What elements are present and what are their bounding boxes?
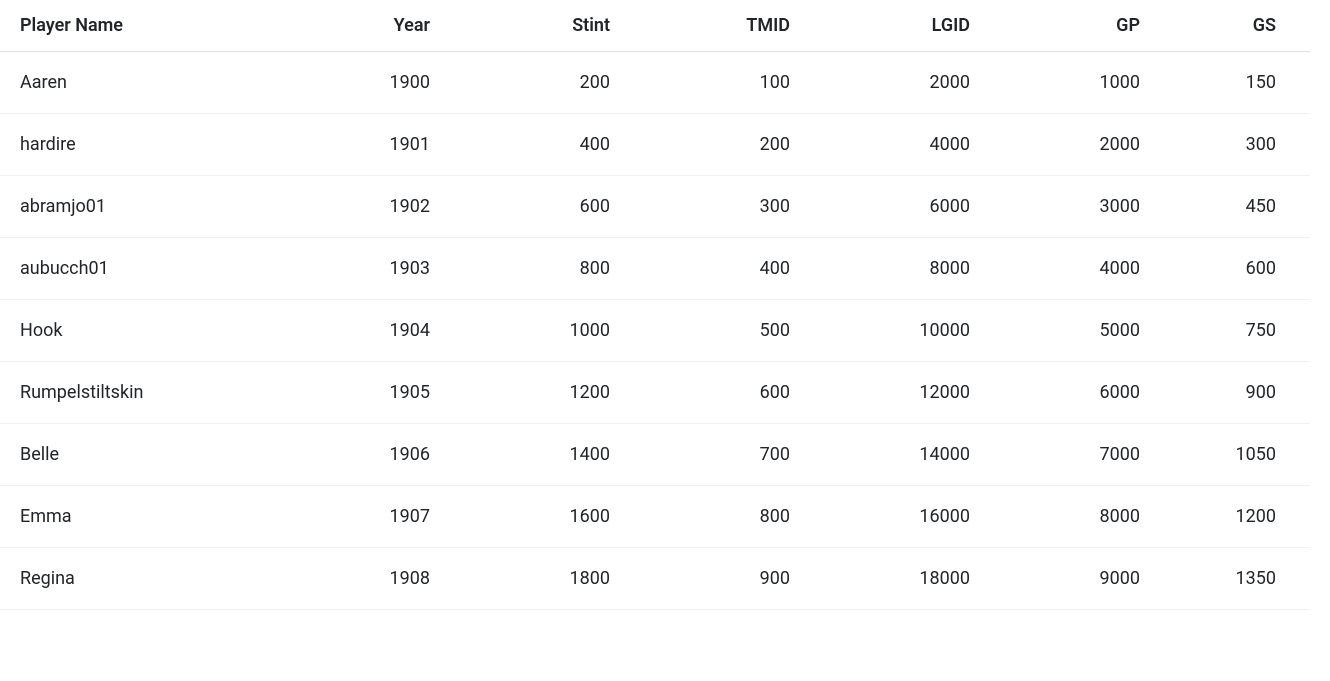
cell-gs: 1200	[1160, 488, 1296, 545]
cell-gs: 1350	[1160, 550, 1296, 607]
cell-gs: 750	[1160, 302, 1296, 359]
cell-gp: 8000	[990, 488, 1160, 545]
cell-stint: 1400	[450, 426, 630, 483]
cell-gs: 300	[1160, 116, 1296, 173]
column-header-stint[interactable]: Stint	[450, 1, 630, 50]
table-row[interactable]: Emma190716008001600080001200	[0, 486, 1310, 548]
table-row[interactable]: Regina190818009001800090001350	[0, 548, 1310, 610]
cell-stint: 1000	[450, 302, 630, 359]
table-row[interactable]: Hook19041000500100005000750	[0, 300, 1310, 362]
cell-player: abramjo01	[0, 178, 280, 235]
table-row[interactable]: hardire190140020040002000300	[0, 114, 1310, 176]
cell-gp: 4000	[990, 240, 1160, 297]
cell-year: 1901	[280, 116, 450, 173]
column-header-lgid[interactable]: LGID	[810, 1, 990, 50]
cell-tmid: 500	[630, 302, 810, 359]
cell-gp: 7000	[990, 426, 1160, 483]
cell-gs: 150	[1160, 54, 1296, 111]
cell-player: Emma	[0, 488, 280, 545]
cell-tmid: 700	[630, 426, 810, 483]
cell-gp: 9000	[990, 550, 1160, 607]
column-header-gp[interactable]: GP	[990, 1, 1160, 50]
table-row[interactable]: aubucch01190380040080004000600	[0, 238, 1310, 300]
column-header-player-name[interactable]: Player Name	[0, 1, 280, 50]
cell-player: hardire	[0, 116, 280, 173]
cell-gs: 900	[1160, 364, 1296, 421]
table-row[interactable]: abramjo01190260030060003000450	[0, 176, 1310, 238]
grid-header-row: Player Name Year Stint TMID LGID GP GS	[0, 0, 1310, 52]
grid-body[interactable]: Aaren190020010020001000150hardire1901400…	[0, 52, 1310, 679]
cell-stint: 1600	[450, 488, 630, 545]
cell-tmid: 100	[630, 54, 810, 111]
cell-player: Belle	[0, 426, 280, 483]
column-header-year[interactable]: Year	[280, 1, 450, 50]
cell-player: aubucch01	[0, 240, 280, 297]
cell-year: 1907	[280, 488, 450, 545]
cell-year: 1906	[280, 426, 450, 483]
cell-tmid: 600	[630, 364, 810, 421]
cell-lgid: 18000	[810, 550, 990, 607]
cell-lgid: 16000	[810, 488, 990, 545]
cell-player: Aaren	[0, 54, 280, 111]
cell-gs: 600	[1160, 240, 1296, 297]
cell-gp: 5000	[990, 302, 1160, 359]
column-header-tmid[interactable]: TMID	[630, 1, 810, 50]
cell-tmid: 200	[630, 116, 810, 173]
cell-year: 1905	[280, 364, 450, 421]
cell-tmid: 800	[630, 488, 810, 545]
cell-tmid: 400	[630, 240, 810, 297]
cell-lgid: 14000	[810, 426, 990, 483]
cell-stint: 400	[450, 116, 630, 173]
cell-gp: 6000	[990, 364, 1160, 421]
cell-gp: 3000	[990, 178, 1160, 235]
cell-player: Hook	[0, 302, 280, 359]
data-grid: Player Name Year Stint TMID LGID GP GS A…	[0, 0, 1310, 681]
scroll-filler	[0, 610, 1310, 679]
cell-gp: 2000	[990, 116, 1160, 173]
table-row[interactable]: Aaren190020010020001000150	[0, 52, 1310, 114]
cell-lgid: 2000	[810, 54, 990, 111]
cell-stint: 1800	[450, 550, 630, 607]
cell-lgid: 4000	[810, 116, 990, 173]
table-row[interactable]: Rumpelstiltskin19051200600120006000900	[0, 362, 1310, 424]
cell-gs: 1050	[1160, 426, 1296, 483]
column-header-gs[interactable]: GS	[1160, 1, 1296, 50]
cell-stint: 200	[450, 54, 630, 111]
cell-tmid: 900	[630, 550, 810, 607]
cell-player: Regina	[0, 550, 280, 607]
cell-year: 1902	[280, 178, 450, 235]
cell-year: 1903	[280, 240, 450, 297]
cell-stint: 800	[450, 240, 630, 297]
cell-lgid: 10000	[810, 302, 990, 359]
cell-year: 1908	[280, 550, 450, 607]
cell-lgid: 12000	[810, 364, 990, 421]
cell-player: Rumpelstiltskin	[0, 364, 280, 421]
cell-gp: 1000	[990, 54, 1160, 111]
cell-stint: 600	[450, 178, 630, 235]
table-row[interactable]: Belle190614007001400070001050	[0, 424, 1310, 486]
cell-year: 1900	[280, 54, 450, 111]
cell-tmid: 300	[630, 178, 810, 235]
cell-lgid: 6000	[810, 178, 990, 235]
cell-lgid: 8000	[810, 240, 990, 297]
cell-year: 1904	[280, 302, 450, 359]
cell-gs: 450	[1160, 178, 1296, 235]
cell-stint: 1200	[450, 364, 630, 421]
